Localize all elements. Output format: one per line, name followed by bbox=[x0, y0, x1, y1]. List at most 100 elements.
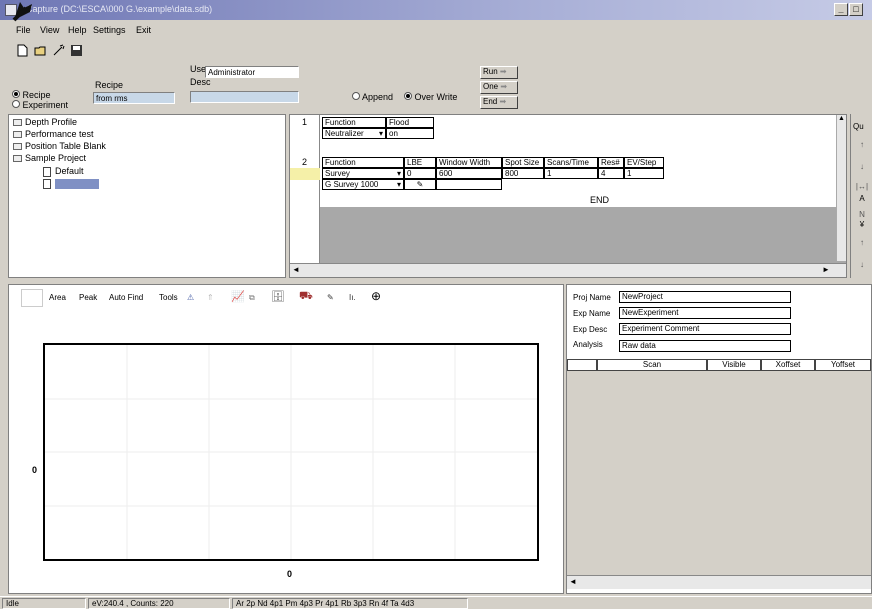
zoom-icon[interactable]: ⊕ bbox=[371, 289, 381, 303]
ev-step-value[interactable]: 1 bbox=[624, 168, 664, 179]
res-value[interactable]: 4 bbox=[598, 168, 624, 179]
bottom-button[interactable]: ↓ bbox=[853, 260, 871, 269]
move-up-button[interactable]: ↑ bbox=[853, 140, 871, 149]
menu-file[interactable]: File bbox=[16, 25, 31, 35]
grid-header-function-2: Function bbox=[322, 157, 404, 168]
window-width-value[interactable]: 600 bbox=[436, 168, 502, 179]
up-arrow-icon[interactable]: ⇑ bbox=[207, 293, 214, 302]
copy-icon[interactable]: ⧉ bbox=[249, 293, 255, 303]
exp-desc-field[interactable]: Experiment Comment bbox=[619, 323, 791, 335]
edit-pencil-icon[interactable]: ✎ bbox=[404, 179, 436, 190]
overwrite-radio-dot[interactable] bbox=[404, 92, 412, 100]
experiment-radio[interactable]: Experiment bbox=[12, 100, 68, 110]
database-icon[interactable]: 🗄 bbox=[271, 290, 285, 303]
desc-field[interactable] bbox=[190, 91, 299, 103]
list-icon bbox=[13, 155, 22, 163]
project-tree[interactable]: Depth Profile Performance test Position … bbox=[8, 114, 286, 278]
bar-marker-icon[interactable]: Iı. bbox=[349, 293, 356, 302]
scroll-left-icon[interactable]: ◄ bbox=[569, 577, 577, 586]
run-arrow-icon: ➡ bbox=[499, 67, 507, 76]
tree-item-performance-test[interactable]: Performance test bbox=[13, 129, 94, 139]
status-state: Idle bbox=[2, 598, 86, 609]
paint-icon[interactable]: ⛟ bbox=[299, 290, 313, 304]
exp-name-field[interactable]: NewExperiment bbox=[619, 307, 791, 319]
vertical-scrollbar[interactable]: ▲ bbox=[836, 115, 846, 261]
maximize-button[interactable]: □ bbox=[849, 3, 863, 16]
new-file-icon[interactable] bbox=[16, 44, 29, 57]
scroll-right-icon[interactable]: ► bbox=[822, 265, 830, 274]
end-button[interactable]: End ➡ bbox=[480, 96, 518, 109]
save-icon[interactable] bbox=[70, 44, 83, 57]
tree-item-position-table-blank[interactable]: Position Table Blank bbox=[13, 141, 106, 151]
menu-exit[interactable]: Exit bbox=[136, 25, 151, 35]
area-button[interactable]: Area bbox=[49, 293, 66, 302]
exp-desc-label: Exp Desc bbox=[573, 325, 608, 334]
tree-item-selected[interactable] bbox=[43, 178, 99, 189]
auto-find-button[interactable]: Auto Find bbox=[109, 293, 143, 302]
survey-select[interactable]: Survey ▾ bbox=[322, 168, 404, 179]
overwrite-radio[interactable]: Over Write bbox=[404, 92, 457, 102]
user-field[interactable]: Administrator bbox=[205, 66, 299, 78]
row-number: 1 bbox=[302, 117, 308, 127]
flood-value[interactable]: on bbox=[386, 128, 434, 139]
a-button[interactable]: A bbox=[853, 194, 871, 203]
experiment-radio-dot[interactable] bbox=[12, 100, 20, 108]
recipe-radio[interactable]: Recipe bbox=[12, 90, 51, 100]
n-button[interactable]: N bbox=[853, 210, 871, 219]
exp-name-label: Exp Name bbox=[573, 309, 611, 318]
info-panel: Proj Name NewProject Exp Name NewExperim… bbox=[566, 284, 872, 594]
tools-button[interactable]: Tools bbox=[159, 293, 178, 302]
one-button[interactable]: One ➡ bbox=[480, 81, 518, 94]
list-icon bbox=[13, 119, 22, 127]
column-header-scan[interactable]: Scan bbox=[597, 359, 707, 371]
scroll-up-icon[interactable]: ▲ bbox=[837, 115, 846, 122]
triangle-tool-icon[interactable]: ⚠ bbox=[187, 293, 194, 302]
y-button[interactable]: ¥ bbox=[853, 220, 871, 229]
column-header-yoffset[interactable]: Yoffset bbox=[815, 359, 871, 371]
proj-name-field[interactable]: NewProject bbox=[619, 291, 791, 303]
neutralizer-select[interactable]: Neutralizer ▾ bbox=[322, 128, 386, 139]
chevron-down-icon[interactable]: ▾ bbox=[397, 169, 401, 178]
info-horizontal-scrollbar[interactable]: ◄ bbox=[567, 575, 871, 589]
move-down-button[interactable]: ↓ bbox=[853, 162, 871, 171]
tree-item-default[interactable]: Default bbox=[43, 166, 84, 177]
chevron-down-icon[interactable]: ▾ bbox=[379, 129, 383, 138]
lbe-value[interactable]: 0 bbox=[404, 168, 436, 179]
peak-button[interactable]: Peak bbox=[79, 293, 97, 302]
analysis-field[interactable]: Raw data bbox=[619, 340, 791, 352]
append-radio-dot[interactable] bbox=[352, 92, 360, 100]
recipe-grid[interactable]: 1 2 Function Flood Neutralizer ▾ on Funct… bbox=[289, 114, 847, 278]
column-header-visible[interactable]: Visible bbox=[707, 359, 761, 371]
document-icon bbox=[43, 166, 51, 177]
chevron-down-icon[interactable]: ▾ bbox=[397, 180, 401, 189]
run-button[interactable]: Run ➡ bbox=[480, 66, 518, 79]
horizontal-scrollbar[interactable]: ◄ ► bbox=[290, 263, 846, 277]
column-header-xoffset[interactable]: Xoffset bbox=[761, 359, 815, 371]
menu-help[interactable]: Help bbox=[68, 25, 87, 35]
width-button[interactable]: |↔| bbox=[853, 182, 871, 191]
one-arrow-icon: ➡ bbox=[500, 82, 508, 91]
g-survey-select[interactable]: G Survey 1000 ▾ bbox=[322, 179, 404, 190]
scan-list-area[interactable] bbox=[567, 371, 871, 575]
quit-button[interactable]: Qu bbox=[853, 122, 871, 131]
status-readout: eV:240.4 , Counts: 220 bbox=[88, 598, 230, 609]
scans-time-value[interactable]: 1 bbox=[544, 168, 598, 179]
top-button[interactable]: ↑ bbox=[853, 238, 871, 247]
chart-icon[interactable]: 📈 bbox=[231, 290, 245, 303]
pencil-icon[interactable]: ✎ bbox=[327, 293, 334, 302]
tree-item-sample-project[interactable]: Sample Project bbox=[13, 153, 86, 163]
end-arrow-icon: ➡ bbox=[499, 97, 507, 106]
menu-settings[interactable]: Settings bbox=[93, 25, 126, 35]
spectrum-plot[interactable] bbox=[43, 343, 539, 561]
recipe-field[interactable]: from rms bbox=[93, 92, 175, 104]
open-folder-icon[interactable] bbox=[34, 44, 47, 57]
append-radio[interactable]: Append bbox=[352, 92, 393, 102]
spot-size-value[interactable]: 800 bbox=[502, 168, 544, 179]
tree-item-depth-profile[interactable]: Depth Profile bbox=[13, 117, 77, 127]
scroll-left-icon[interactable]: ◄ bbox=[292, 265, 300, 274]
recipe-radio-dot[interactable] bbox=[12, 90, 20, 98]
title-bar: Capture (DC:\ESCA\000 G.\example\data.sd… bbox=[0, 0, 872, 20]
minimize-button[interactable]: _ bbox=[834, 3, 848, 16]
menu-view[interactable]: View bbox=[40, 25, 59, 35]
wizard-icon[interactable] bbox=[52, 44, 65, 57]
